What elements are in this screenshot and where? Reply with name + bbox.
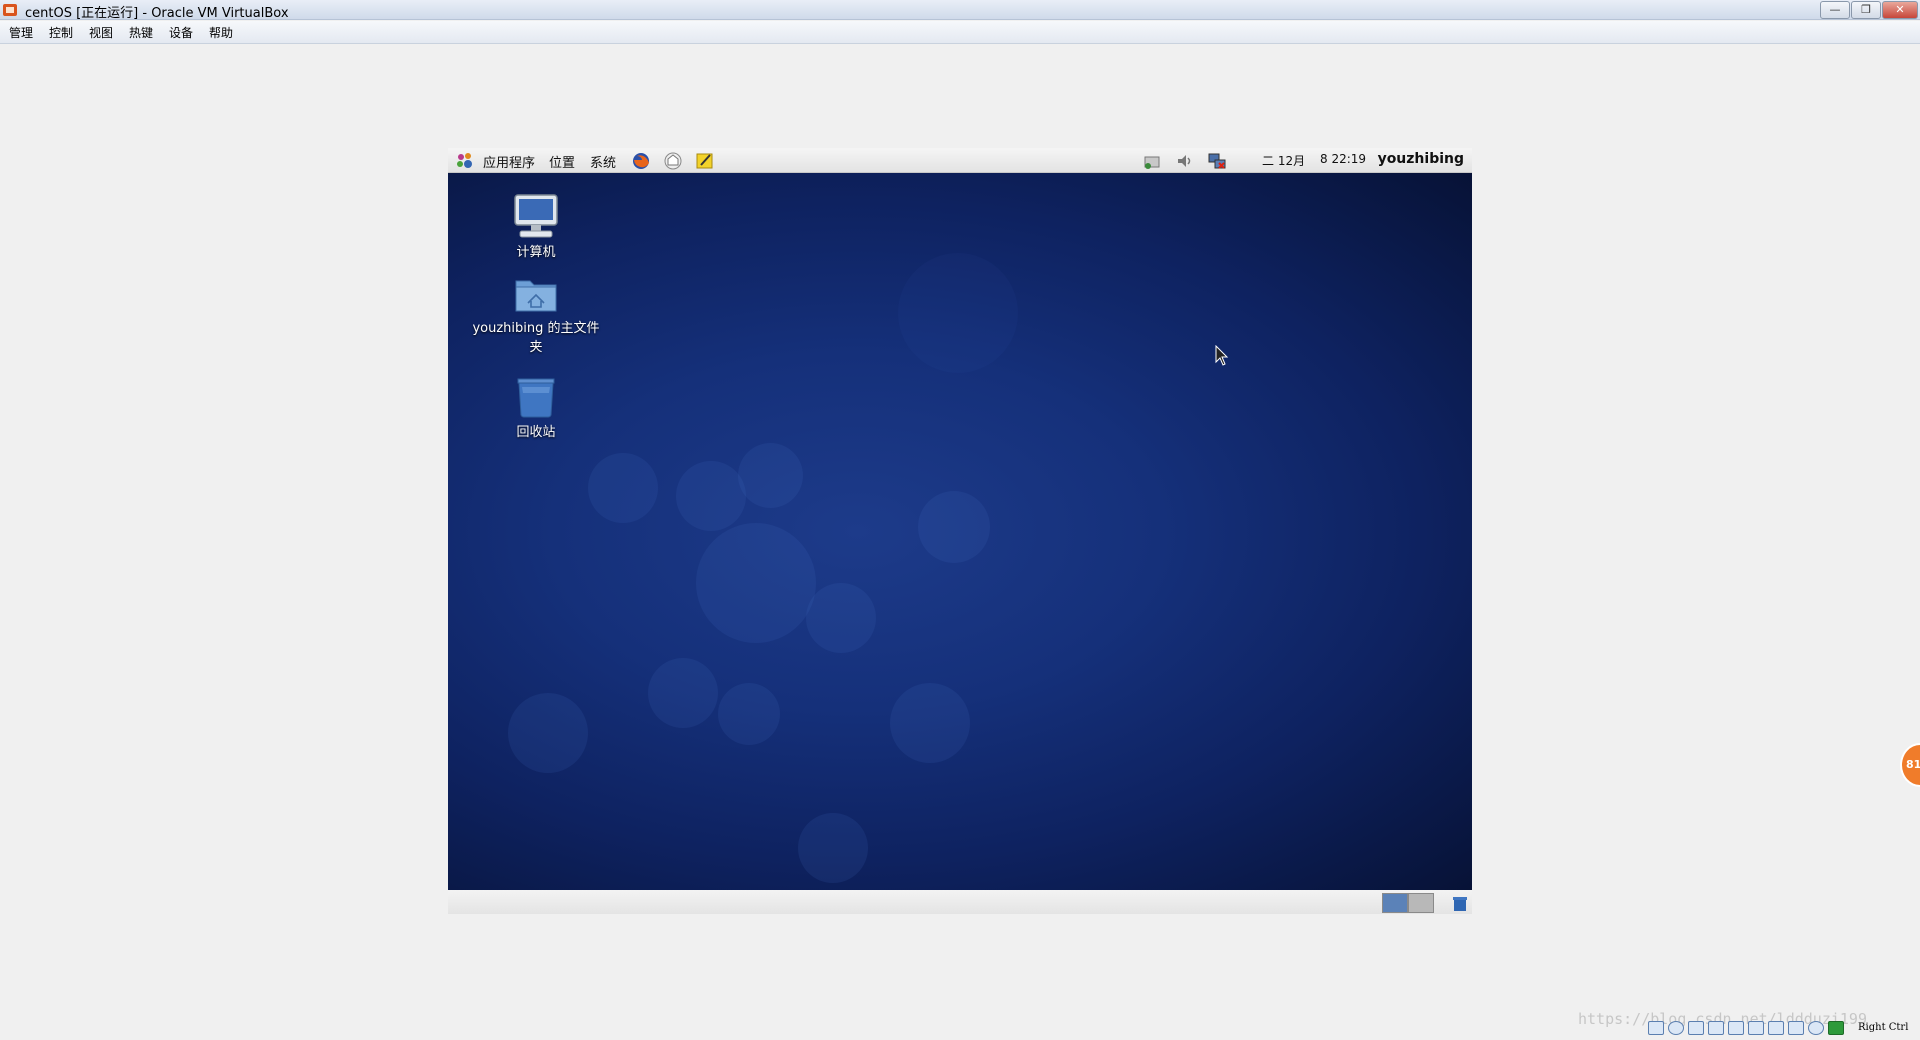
panel-username[interactable]: youzhibing (1378, 151, 1464, 167)
workspace-1[interactable] (1382, 893, 1408, 913)
bokeh-decoration (696, 523, 816, 643)
network-adapter-icon[interactable] (1768, 1021, 1784, 1035)
shared-folder-icon[interactable] (1728, 1021, 1744, 1035)
desktop-icon-label: 计算机 (516, 245, 556, 260)
menu-devices[interactable]: 设备 (167, 24, 195, 42)
panel-clock[interactable]: 8 22:19 (1320, 152, 1366, 166)
bokeh-decoration (718, 683, 780, 745)
notes-icon[interactable] (695, 151, 715, 171)
desktop-icon-computer[interactable]: 计算机 (466, 193, 606, 260)
minimize-button[interactable]: — (1820, 1, 1850, 19)
display-icon[interactable] (1748, 1021, 1764, 1035)
system-menu[interactable]: 系统 (590, 152, 616, 171)
mouse-cursor-icon (1215, 345, 1229, 366)
network-status-icon[interactable] (1207, 151, 1227, 171)
menu-bar: 管理 控制 视图 热键 设备 帮助 (0, 21, 1920, 44)
bokeh-decoration (738, 443, 803, 508)
maximize-button[interactable]: ❐ (1851, 1, 1881, 19)
menu-manage[interactable]: 管理 (7, 24, 35, 42)
menu-hotkeys[interactable]: 热键 (127, 24, 155, 42)
firefox-icon[interactable] (631, 151, 651, 171)
places-menu[interactable]: 位置 (549, 152, 575, 171)
bokeh-decoration (898, 253, 1018, 373)
bokeh-decoration (676, 461, 746, 531)
host-status-bar: Right Ctrl (1648, 1018, 1920, 1038)
close-button[interactable]: ✕ (1882, 1, 1918, 19)
volume-icon[interactable] (1175, 151, 1195, 171)
bokeh-decoration (588, 453, 658, 523)
virtualbox-icon (3, 4, 17, 16)
desktop-icon-label: 回收站 (516, 425, 556, 440)
trash-applet-icon[interactable] (1450, 893, 1470, 913)
menu-help[interactable]: 帮助 (207, 24, 235, 42)
workspace-2[interactable] (1408, 893, 1434, 913)
menu-control[interactable]: 控制 (47, 24, 75, 42)
audio-icon[interactable] (1688, 1021, 1704, 1035)
cpu-icon[interactable] (1808, 1021, 1824, 1035)
network-icon[interactable] (1143, 151, 1163, 171)
guest-bottom-panel (448, 890, 1472, 914)
window-titlebar: centOS [正在运行] - Oracle VM VirtualBox — ❐… (0, 0, 1920, 21)
mouse-integration-icon[interactable] (1828, 1021, 1844, 1035)
recording-icon[interactable] (1788, 1021, 1804, 1035)
hard-disk-icon[interactable] (1648, 1021, 1664, 1035)
trash-icon (517, 378, 555, 418)
bokeh-decoration (918, 491, 990, 563)
optical-drive-icon[interactable] (1668, 1021, 1684, 1035)
desktop-icon-home-folder[interactable]: youzhibing 的主文件夹 (466, 275, 606, 355)
guest-screen[interactable]: 应用程序 位置 系统 二 12月 8 22:19 youzhibing 计算机 … (448, 148, 1472, 914)
desktop-icon-trash[interactable]: 回收站 (466, 373, 606, 440)
bokeh-decoration (798, 813, 868, 883)
usb-icon[interactable] (1708, 1021, 1724, 1035)
bokeh-decoration (806, 583, 876, 653)
bokeh-decoration (648, 658, 718, 728)
foot-icon (457, 153, 472, 168)
host-key-label: Right Ctrl (1858, 1022, 1909, 1033)
mail-icon[interactable] (663, 151, 683, 171)
desktop-icon-label: youzhibing 的主文件夹 (472, 321, 600, 355)
desktop[interactable]: 计算机 youzhibing 的主文件夹 回收站 (448, 173, 1472, 890)
computer-icon (514, 194, 558, 238)
guest-top-panel: 应用程序 位置 系统 二 12月 8 22:19 youzhibing (448, 148, 1472, 173)
panel-date[interactable]: 二 12月 (1262, 152, 1305, 169)
home-folder-icon (515, 280, 557, 312)
window-title: centOS [正在运行] - Oracle VM VirtualBox (25, 6, 289, 21)
bokeh-decoration (890, 683, 970, 763)
menu-view[interactable]: 视图 (87, 24, 115, 42)
applications-menu[interactable]: 应用程序 (483, 152, 535, 171)
bokeh-decoration (508, 693, 588, 773)
side-badge[interactable]: 81 (1900, 743, 1920, 787)
